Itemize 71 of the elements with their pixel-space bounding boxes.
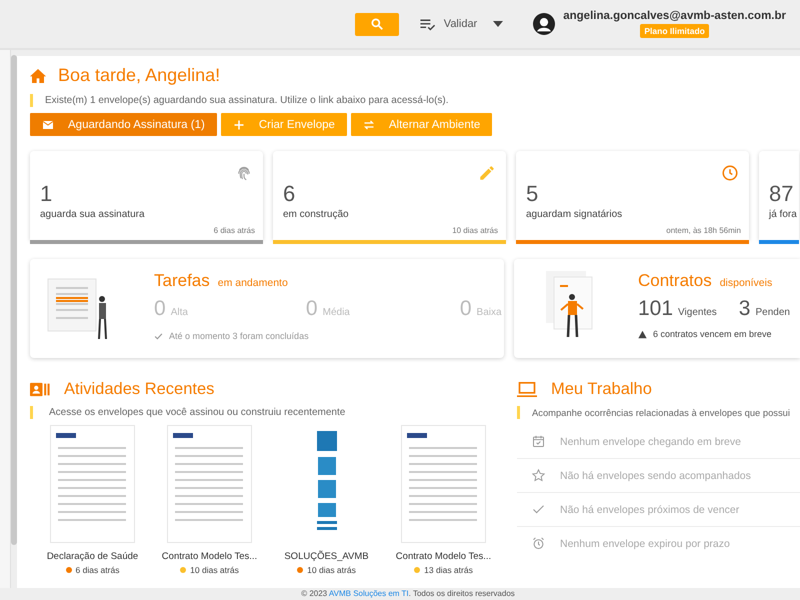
validate-menu[interactable]: Validar (418, 18, 478, 30)
count-value: 101 (638, 297, 674, 321)
home-icon (30, 68, 46, 82)
star-icon (531, 468, 546, 483)
count-value: 0 (154, 297, 166, 321)
stat-label: aguarda sua assinatura (40, 209, 146, 220)
stat-time: 10 dias atrás (452, 226, 498, 235)
panel-subtitle: disponíveis (720, 277, 772, 289)
caret-icon[interactable] (493, 21, 504, 27)
stat-time: 6 dias atrás (214, 226, 255, 235)
work-item-text: Nenhum envelope chegando em breve (560, 436, 741, 448)
work-item-text: Não há envelopes próximos de vencer (560, 504, 740, 516)
count-value: 0 (460, 297, 472, 321)
count-label: Penden (755, 307, 790, 318)
count-label: Baixa (476, 307, 502, 318)
document-name[interactable]: SOLUÇÕES_AVMB (284, 551, 369, 562)
stat-value: 5 (526, 181, 540, 207)
alarm-clock-icon (531, 536, 546, 551)
count-label: Vigentes (678, 307, 717, 318)
contact-card-icon (30, 381, 50, 398)
greeting-title: Boa tarde, Angelina! (58, 65, 220, 86)
search-icon (370, 17, 384, 31)
search-button[interactable] (354, 12, 399, 36)
document-time: 6 dias atrás (76, 565, 120, 575)
count-label: Média (322, 307, 350, 318)
count-value: 0 (306, 297, 318, 321)
count-label: Alta (170, 307, 188, 318)
stat-value: 87 (769, 181, 794, 207)
panel-note: Até o momento 3 foram concluídas (169, 331, 309, 341)
count-value: 3 (738, 297, 750, 321)
work-item-text: Não há envelopes sendo acompanhados (560, 470, 751, 482)
panel-subtitle: em andamento (218, 277, 288, 289)
pencil-icon (478, 164, 496, 182)
document-time: 10 dias atrás (307, 565, 356, 575)
document-time: 13 dias atrás (424, 565, 473, 575)
stat-label: já fora (769, 209, 798, 220)
clock-icon (721, 164, 739, 182)
section-title: Atividades Recentes (64, 380, 214, 399)
checklist-icon (418, 18, 436, 30)
swap-icon (362, 118, 375, 130)
scrollbar[interactable] (11, 55, 17, 545)
panel-title: Contratos (638, 271, 712, 291)
warning-icon (638, 330, 647, 338)
stat-value: 6 (283, 181, 296, 207)
plan-badge: Plano Ilimitado (640, 24, 709, 38)
avatar-icon[interactable] (533, 13, 556, 35)
user-email: angelina.goncalves@avmb-asten.com.br (563, 10, 786, 22)
fingerprint-icon (235, 164, 253, 182)
stat-label: em construção (283, 209, 350, 220)
check-icon (154, 332, 163, 340)
document-name[interactable]: Contrato Modelo Tes... (396, 551, 492, 562)
panel-title: Tarefas (154, 271, 210, 291)
plus-icon (232, 118, 245, 130)
section-subtitle: Acompanhe ocorrências relacionadas à envelopes que possui (532, 407, 790, 418)
document-thumbnail[interactable] (401, 425, 486, 543)
panel-note: 6 contratos vencem em breve (653, 329, 772, 339)
section-title: Meu Trabalho (551, 380, 652, 399)
document-thumbnail[interactable] (167, 425, 252, 543)
notice-text: Existe(m) 1 envelope(s) aguardando sua assinatura. Utilize o link abaixo para acessá-lo(s). (45, 95, 449, 106)
stat-label: aguardam signatários (526, 209, 624, 220)
stat-value: 1 (40, 181, 54, 207)
calendar-check-icon (531, 434, 546, 449)
stat-time: ontem, às 18h 56min (666, 226, 741, 235)
laptop-icon (517, 381, 537, 398)
document-name[interactable]: Contrato Modelo Tes... (162, 551, 258, 562)
envelope-icon (42, 118, 54, 130)
section-subtitle: Acesse os envelopes que você assinou ou construiu recentemente (49, 407, 346, 418)
document-thumbnail[interactable] (50, 425, 135, 543)
document-name[interactable]: Declaração de Saúde (46, 551, 138, 562)
work-item-text: Nenhum envelope expirou por prazo (560, 538, 730, 550)
document-time: 10 dias atrás (190, 565, 239, 575)
